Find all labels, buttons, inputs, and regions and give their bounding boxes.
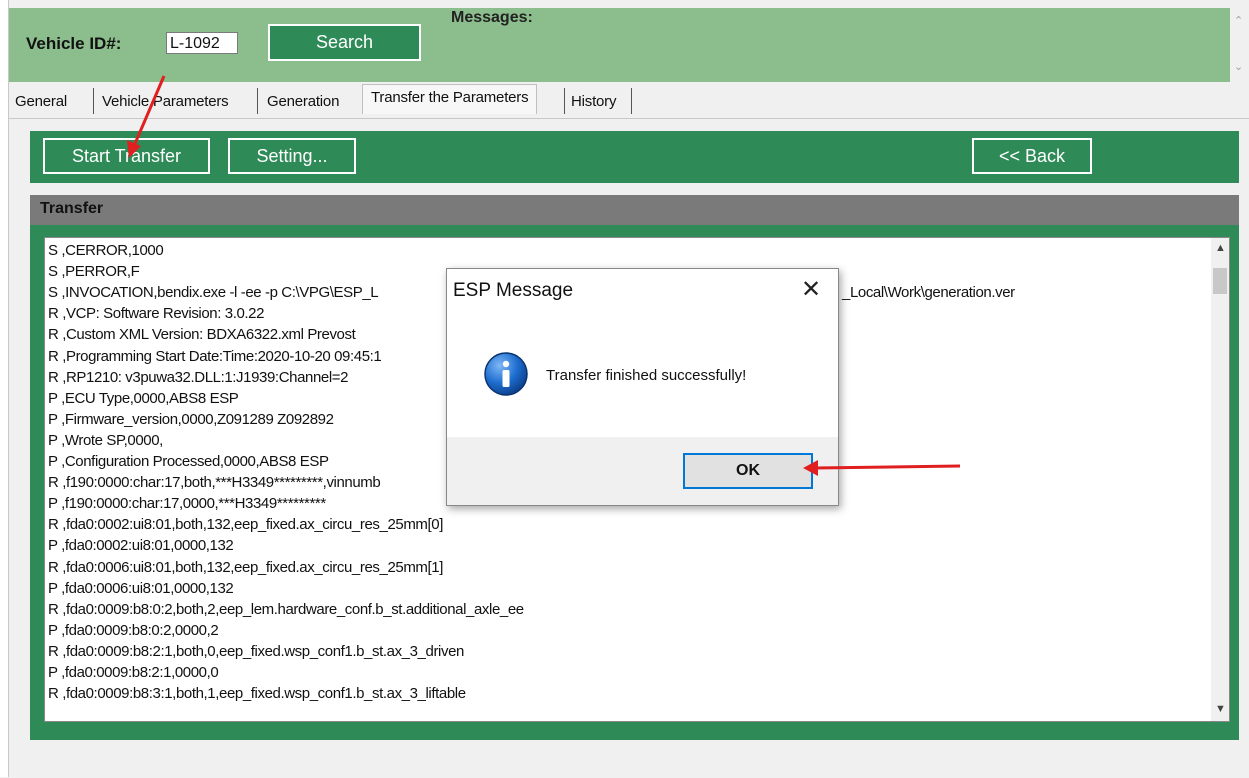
log-line: P ,fda0:0006:ui8:01,0000,132 <box>48 579 234 597</box>
dialog-message: Transfer finished successfully! <box>546 367 747 384</box>
log-line: R ,RP1210: v3puwa32.DLL:1:J1939:Channel=… <box>48 368 349 386</box>
vehicle-id-input[interactable]: L-1092 <box>166 32 238 54</box>
tab-history[interactable]: History <box>571 89 616 114</box>
window-left-edge <box>0 0 9 777</box>
log-line: S ,PERROR,F <box>48 263 140 281</box>
tab-general[interactable]: General <box>15 89 67 114</box>
log-line: S ,INVOCATION,bendix.exe -l -ee -p C:\VP… <box>48 284 379 302</box>
messages-label: Messages: <box>451 9 533 26</box>
setting-button[interactable]: Setting... <box>228 138 356 174</box>
header-panel: Vehicle ID#: L-1092 Search Messages: <box>9 8 1230 82</box>
scrollbar-thumb[interactable] <box>1213 268 1227 294</box>
tab-transfer-parameters[interactable]: Transfer the Parameters <box>362 84 538 114</box>
dialog-footer: OK <box>447 437 838 505</box>
log-line: R ,fda0:0009:b8:0:2,both,2,eep_lem.hardw… <box>48 600 524 618</box>
tab-divider <box>93 88 94 114</box>
scroll-down-icon[interactable]: ▼ <box>1215 703 1226 715</box>
log-line: R ,VCP: Software Revision: 3.0.22 <box>48 305 265 323</box>
transfer-header: Transfer <box>30 195 1239 225</box>
log-line: P ,fda0:0002:ui8:01,0000,132 <box>48 537 234 555</box>
messages-scrollbar[interactable]: ⌃ ⌄ <box>1230 8 1249 82</box>
log-line: P ,fda0:0009:b8:2:1,0000,0 <box>48 664 219 681</box>
start-transfer-button[interactable]: Start Transfer <box>43 138 210 174</box>
log-line: R ,fda0:0009:b8:3:1,both,1,eep_fixed.wsp… <box>48 685 466 703</box>
info-icon <box>484 352 528 396</box>
tab-divider <box>631 88 632 114</box>
log-line: S ,CERROR,1000 <box>48 242 164 259</box>
log-line: R ,Custom XML Version: BDXA6322.xml Prev… <box>48 326 356 344</box>
log-line: P ,Configuration Processed,0000,ABS8 ESP <box>48 453 329 470</box>
ok-button[interactable]: OK <box>683 453 813 489</box>
scroll-up-icon[interactable]: ▲ <box>1215 242 1226 254</box>
log-line: P ,ECU Type,0000,ABS8 ESP <box>48 389 239 407</box>
tab-divider <box>564 88 565 114</box>
log-line: P ,fda0:0009:b8:0:2,0000,2 <box>48 621 219 639</box>
log-line: P ,Firmware_version,0000,Z091289 Z092892 <box>48 410 334 428</box>
tab-vehicle-parameters[interactable]: Vehicle Parameters <box>102 89 229 114</box>
log-line: R ,fda0:0006:ui8:01,both,132,eep_fixed.a… <box>48 558 444 576</box>
log-line: P ,f190:0000:char:17,0000,***H3349******… <box>48 495 326 513</box>
transfer-title: Transfer <box>40 200 104 217</box>
esp-message-dialog: ESP Message ✕ Transfer finished successf… <box>446 268 839 506</box>
scroll-down-icon[interactable]: ⌄ <box>1234 60 1243 73</box>
back-button[interactable]: << Back <box>972 138 1092 174</box>
log-line: P ,Wrote SP,0000, <box>48 431 163 449</box>
vehicle-id-label: Vehicle ID#: <box>26 34 122 53</box>
toolbar: Start Transfer Setting... << Back <box>30 131 1239 183</box>
close-icon[interactable]: ✕ <box>801 275 821 304</box>
dialog-title: ESP Message <box>453 280 574 301</box>
log-overflow-text: _Local\Work\generation.ver <box>842 284 1015 301</box>
scroll-up-icon[interactable]: ⌃ <box>1234 14 1243 27</box>
tab-divider <box>257 88 258 114</box>
log-line: R ,f190:0000:char:17,both,***H3349******… <box>48 474 381 492</box>
search-button[interactable]: Search <box>268 24 421 61</box>
log-line: R ,fda0:0009:b8:2:1,both,0,eep_fixed.wsp… <box>48 642 464 660</box>
tab-strip: General Vehicle Parameters Generation Tr… <box>9 82 1249 118</box>
log-scrollbar[interactable]: ▲ ▼ <box>1211 238 1229 721</box>
log-line: R ,fda0:0002:ui8:01,both,132,eep_fixed.a… <box>48 516 444 534</box>
log-line: R ,Programming Start Date:Time:2020-10-2… <box>48 347 382 365</box>
tab-generation[interactable]: Generation <box>267 89 339 114</box>
